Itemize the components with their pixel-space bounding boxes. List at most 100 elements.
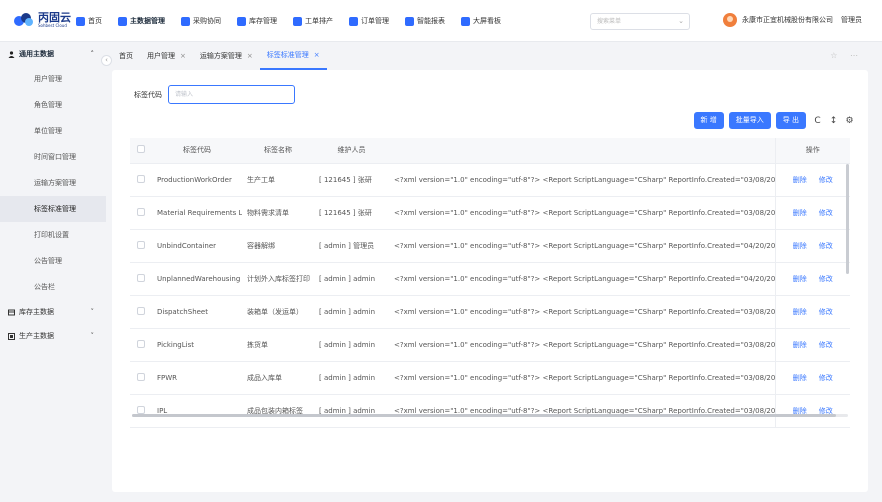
edit-link[interactable]: 修改 [819, 176, 833, 184]
nav-item-2[interactable]: 采购协同 [173, 0, 229, 42]
cell-content: <?xml version="1.0" encoding="utf-8"?> <… [389, 262, 775, 296]
scrollbar-thumb[interactable] [132, 414, 836, 417]
app-logo[interactable]: 丙固云 Sohbest Cloud [14, 12, 71, 28]
close-icon[interactable]: × [314, 51, 320, 59]
cell-maintainer: [ admin ] admin [314, 295, 389, 329]
star-icon[interactable]: ☆ [830, 51, 837, 60]
export-button[interactable]: 导 出 [775, 112, 806, 129]
delete-link[interactable]: 删除 [793, 341, 807, 349]
sidebar-item-2[interactable]: 单位管理 [0, 118, 106, 144]
tab-label: 标签标准管理 [266, 51, 309, 59]
edit-link[interactable]: 修改 [819, 374, 833, 382]
warehouse-icon [237, 16, 246, 26]
sidebar-item-6[interactable]: 打印机设置 [0, 222, 106, 248]
cell-label-code: Material Requirements List [152, 196, 242, 230]
sidebar-item-3[interactable]: 时间窗口管理 [0, 144, 106, 170]
sidebar-item-1[interactable]: 角色管理 [0, 92, 106, 118]
edit-link[interactable]: 修改 [819, 308, 833, 316]
nav-item-3[interactable]: 库存管理 [229, 0, 285, 42]
sidebar-group-label: 生产主数据 [19, 332, 54, 340]
row-checkbox[interactable] [130, 361, 152, 395]
table-row[interactable]: UnbindContainer 容器解绑[ admin ] 管理员 <?xml ve… [130, 229, 850, 263]
row-checkbox[interactable] [130, 394, 152, 428]
refresh-icon[interactable]: C [813, 116, 822, 126]
nav-item-4[interactable]: 工单排产 [285, 0, 341, 42]
row-checkbox[interactable] [130, 328, 152, 362]
cell-label-code: DispatchSheet [152, 295, 242, 329]
label-code-input[interactable]: 请输入 [168, 85, 295, 104]
table-row[interactable]: Material Requirements List 物料需求清单[ 121645… [130, 196, 850, 230]
header-actions: 操作 [774, 138, 850, 164]
sidebar-group-production[interactable]: 生产主数据 ˅ [0, 324, 106, 348]
column-height-icon[interactable]: ↕ [829, 116, 838, 126]
nav-item-label: 采购协同 [193, 17, 221, 25]
sidebar-item-7[interactable]: 公告管理 [0, 248, 106, 274]
batch-import-button[interactable]: 批量导入 [728, 112, 771, 129]
new-button[interactable]: 新 增 [693, 112, 724, 129]
select-all-checkbox[interactable] [130, 138, 152, 164]
table-row[interactable]: ProductionWorkOrder 生产工单[ 121645 ] 张研 <?xm… [130, 163, 850, 197]
more-icon[interactable]: ⋯ [850, 51, 858, 60]
table-row[interactable]: IPL 成品包装内箱标签[ admin ] admin <?xml version=… [130, 394, 850, 428]
dashboard-icon [461, 16, 470, 26]
row-checkbox[interactable] [130, 163, 152, 197]
nav-item-5[interactable]: 订单管理 [341, 0, 397, 42]
tab-2[interactable]: 运输方案管理 × [193, 42, 260, 70]
nav-item-6[interactable]: 智能报表 [397, 0, 453, 42]
sidebar-item-8[interactable]: 公告栏 [0, 274, 106, 300]
delete-link[interactable]: 删除 [793, 275, 807, 283]
sidebar-item-4[interactable]: 运输方案管理 [0, 170, 106, 196]
delete-link[interactable]: 删除 [793, 374, 807, 382]
sidebar-item-0[interactable]: 用户管理 [0, 66, 106, 92]
cell-actions: 删除 修改 [774, 361, 850, 395]
table-row[interactable]: FPWR 成品入库单[ admin ] admin <?xml version="1… [130, 361, 850, 395]
table-row[interactable]: PickingList 拣货单[ admin ] admin <?xml versi… [130, 328, 850, 362]
sidebar-collapse-button[interactable]: ‹ [101, 55, 112, 66]
tab-1[interactable]: 用户管理 × [140, 42, 193, 70]
settings-icon[interactable]: ⚙ [845, 116, 854, 126]
vertical-scrollbar[interactable] [846, 164, 849, 274]
delete-link[interactable]: 删除 [793, 176, 807, 184]
edit-link[interactable]: 修改 [819, 242, 833, 250]
nav-item-1[interactable]: 主数据管理 [110, 0, 173, 42]
close-icon[interactable]: × [247, 52, 253, 60]
cell-label-name: 拣货单 [242, 328, 314, 362]
delete-link[interactable]: 删除 [793, 308, 807, 316]
row-checkbox[interactable] [130, 229, 152, 263]
delete-link[interactable]: 删除 [793, 209, 807, 217]
inventory-icon [8, 309, 15, 316]
edit-link[interactable]: 修改 [819, 275, 833, 283]
row-checkbox[interactable] [130, 196, 152, 230]
table-row[interactable]: UnplannedWarehousing 计划外入库标签打印[ admin ] a… [130, 262, 850, 296]
cell-content: <?xml version="1.0" encoding="utf-8"?> <… [389, 163, 775, 197]
nav-item-0[interactable]: 首页 [68, 0, 110, 42]
cell-label-code: PickingList [152, 328, 242, 362]
tab-3[interactable]: 标签标准管理 × [259, 42, 327, 70]
company-name: 永康市正宜机械股份有限公司 [742, 16, 833, 24]
cart-icon [181, 16, 190, 26]
nav-item-label: 大屏看板 [473, 17, 501, 25]
horizontal-scrollbar[interactable] [132, 414, 848, 417]
cell-label-name: 成品入库单 [242, 361, 314, 395]
nav-item-label: 订单管理 [361, 17, 389, 25]
tab-0[interactable]: 首页 [112, 42, 140, 70]
nav-item-7[interactable]: 大屏看板 [453, 0, 509, 42]
table-row[interactable]: DispatchSheet 装箱单（发运单）[ admin ] admin <?xm… [130, 295, 850, 329]
cell-actions: 删除 修改 [774, 163, 850, 197]
cell-label-name: 装箱单（发运单） [242, 295, 314, 329]
nav-item-label: 工单排产 [305, 17, 333, 25]
menu-search-input[interactable]: 搜索菜单 ⌄ [590, 13, 690, 30]
row-checkbox[interactable] [130, 295, 152, 329]
edit-link[interactable]: 修改 [819, 341, 833, 349]
logo-subtext: Sohbest Cloud [38, 23, 67, 28]
sidebar-group-general[interactable]: 通用主数据 ˄ [0, 42, 106, 66]
sidebar-group-inventory[interactable]: 库存主数据 ˅ [0, 300, 106, 324]
cell-label-name: 物料需求清单 [242, 196, 314, 230]
delete-link[interactable]: 删除 [793, 242, 807, 250]
row-checkbox[interactable] [130, 262, 152, 296]
edit-link[interactable]: 修改 [819, 209, 833, 217]
sidebar-item-5[interactable]: 标签标准管理 [0, 196, 106, 222]
user-menu[interactable]: 永康市正宜机械股份有限公司 管理员 [723, 13, 862, 27]
cell-content: <?xml version="1.0" encoding="utf-8"?> <… [389, 394, 775, 428]
close-icon[interactable]: × [180, 52, 186, 60]
